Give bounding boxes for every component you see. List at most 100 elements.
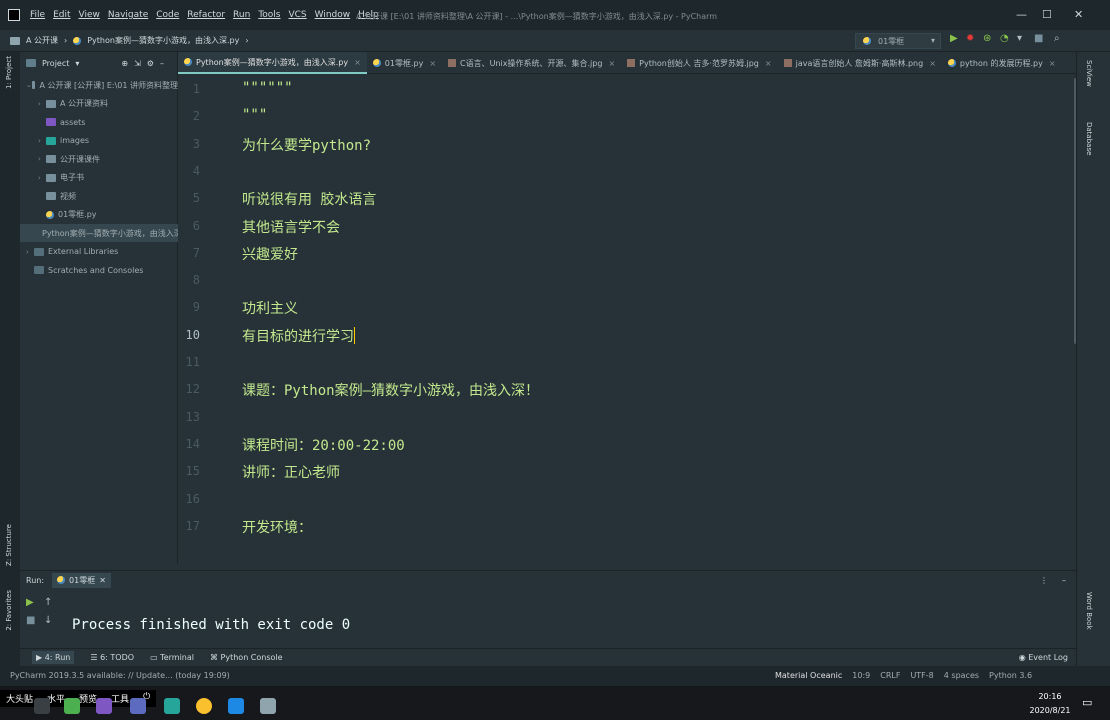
menu-navigate[interactable]: Navigate	[108, 10, 148, 20]
editor-tab[interactable]: Python案例—猜数字小游戏，由浅入深.py ×	[178, 52, 367, 74]
code-line[interactable]: """"""	[242, 80, 293, 96]
interpreter[interactable]: Python 3.6	[989, 671, 1032, 680]
stop-icon[interactable]: ■	[1034, 33, 1043, 44]
todo-tool-tab[interactable]: ☰ 6: TODO	[90, 653, 134, 662]
taskbar-app-icon[interactable]	[228, 698, 244, 714]
expand-toggle-icon[interactable]: ›	[38, 174, 46, 182]
expand-toggle-icon[interactable]: ›	[38, 155, 46, 163]
debug-icon[interactable]: ✹	[966, 33, 974, 44]
run-configuration-select[interactable]: 01零框 ▾	[855, 33, 941, 49]
code-line[interactable]: 讲师：正心老师	[242, 462, 340, 482]
editor-tab[interactable]: C语言、Unix操作系统、开源、集合.jpg ×	[442, 52, 621, 74]
settings-icon[interactable]: ⚙	[147, 59, 154, 68]
code-line[interactable]: 听说很有用 胶水语言	[242, 189, 376, 209]
menu-code[interactable]: Code	[156, 10, 179, 20]
tree-item[interactable]: ⌄ A 公开课 [公开课] E:\01 讲师资料整理	[20, 76, 178, 94]
editor-tab[interactable]: python 的发展历程.py ×	[942, 52, 1062, 74]
taskbar-app-icon[interactable]	[64, 698, 80, 714]
code-line[interactable]: 其他语言学不会	[242, 217, 340, 237]
taskbar-app-icon[interactable]	[34, 698, 50, 714]
code-editor[interactable]: """""" """ 为什么要学python? 听说很有用 胶水语言 其他语言学不会 兴趣…	[230, 76, 1076, 564]
floating-item[interactable]: 预览	[79, 692, 97, 705]
expand-toggle-icon[interactable]: ›	[38, 137, 46, 145]
tree-item[interactable]: assets	[20, 113, 178, 131]
more-options-icon[interactable]: ⋮	[1040, 576, 1048, 585]
profile-icon[interactable]: ◔	[1000, 33, 1009, 44]
code-line[interactable]: 有目标的进行学习	[242, 326, 355, 346]
close-tab-icon[interactable]: ×	[608, 59, 615, 68]
maximize-icon[interactable]: ☐	[1042, 8, 1052, 21]
expand-toggle-icon[interactable]: ›	[38, 100, 46, 108]
event-log-tool-tab[interactable]: ◉ Event Log	[1019, 653, 1068, 662]
taskbar-app-icon[interactable]	[96, 698, 112, 714]
code-line[interactable]: 为什么要学python?	[242, 135, 371, 155]
sciview-tool-button[interactable]: SciView	[1085, 60, 1093, 87]
rerun-icon[interactable]: ▶	[26, 597, 34, 608]
stop-icon[interactable]: ■	[26, 615, 35, 626]
run-tool-tab[interactable]: ▶ 4: Run	[32, 651, 75, 664]
tree-item[interactable]: › 公开课课件	[20, 150, 178, 168]
expand-toggle-icon[interactable]: ⌄	[26, 81, 32, 89]
caret-position[interactable]: 10:9	[852, 671, 870, 680]
floating-item[interactable]: 工具	[111, 692, 129, 705]
project-view-select[interactable]: Project	[42, 59, 69, 68]
code-line[interactable]: 课题：Python案例—猜数字小游戏，由浅入深！	[242, 380, 539, 400]
database-tool-button[interactable]: Database	[1085, 122, 1093, 155]
structure-tool-button[interactable]: Z: Structure	[5, 524, 13, 566]
code-line[interactable]: 兴趣爱好	[242, 244, 298, 264]
tree-item[interactable]: › A 公开课资料	[20, 95, 178, 113]
taskbar-app-icon[interactable]	[164, 698, 180, 714]
menu-edit[interactable]: Edit	[53, 10, 70, 20]
menu-vcs[interactable]: VCS	[288, 10, 306, 20]
collapse-all-icon[interactable]: ⇲	[134, 59, 141, 68]
hide-panel-icon[interactable]: –	[1062, 576, 1066, 585]
menu-tools[interactable]: Tools	[258, 10, 280, 20]
close-icon[interactable]: ✕	[1074, 8, 1083, 21]
editor-tab[interactable]: 01零框.py ×	[367, 52, 442, 74]
tree-item[interactable]: › 电子书	[20, 169, 178, 187]
menu-refactor[interactable]: Refactor	[187, 10, 225, 20]
close-tab-icon[interactable]: ×	[354, 58, 361, 67]
terminal-tool-tab[interactable]: ▭ Terminal	[150, 653, 194, 662]
line-separator[interactable]: CRLF	[880, 671, 900, 680]
build-icon[interactable]: ▾	[1017, 33, 1022, 44]
minimize-icon[interactable]: —	[1016, 8, 1027, 21]
python-console-tool-tab[interactable]: ⌘ Python Console	[210, 653, 283, 662]
tree-item[interactable]: 01零框.py	[20, 206, 178, 224]
taskbar-app-icon[interactable]	[260, 698, 276, 714]
tree-item[interactable]: Scratches and Consoles	[20, 261, 178, 279]
tree-item[interactable]: › images	[20, 132, 178, 150]
project-tool-button[interactable]: 1: Project	[5, 56, 13, 89]
close-tab-icon[interactable]: ✕	[99, 576, 106, 585]
code-line[interactable]: 课程时间：20:00-22:00	[242, 435, 405, 455]
editor-tab[interactable]: Python创始人 吉多·范罗苏姆.jpg ×	[621, 52, 777, 74]
tree-item[interactable]: › External Libraries	[20, 243, 178, 261]
scroll-down-icon[interactable]: ↓	[44, 615, 52, 626]
coverage-icon[interactable]: ⊛	[983, 33, 991, 44]
menu-run[interactable]: Run	[233, 10, 250, 20]
file-encoding[interactable]: UTF-8	[910, 671, 933, 680]
breadcrumb-project[interactable]: A 公开课	[26, 35, 58, 46]
word-book-tool-button[interactable]: Word Book	[1085, 592, 1093, 630]
editor-tab[interactable]: java语言创始人 詹姆斯·高斯林.png ×	[778, 52, 942, 74]
floating-item[interactable]: 大头贴	[6, 692, 33, 705]
notification-icon[interactable]: ▭	[1082, 696, 1092, 709]
menu-file[interactable]: File	[30, 10, 45, 20]
code-line[interactable]: 开发环境：	[242, 517, 312, 537]
locate-icon[interactable]: ⊕	[121, 59, 128, 68]
close-tab-icon[interactable]: ×	[765, 59, 772, 68]
expand-toggle-icon[interactable]: ›	[26, 248, 34, 256]
hide-icon[interactable]: –	[160, 59, 164, 68]
close-tab-icon[interactable]: ×	[429, 59, 436, 68]
chevron-down-icon[interactable]: ▾	[75, 59, 79, 68]
tree-item[interactable]: 视频	[20, 187, 178, 205]
search-everywhere-icon[interactable]: ⌕	[1054, 33, 1060, 44]
system-clock[interactable]: 20:16 2020/8/21	[1024, 690, 1076, 718]
status-message[interactable]: PyCharm 2019.3.5 available: // Update...…	[10, 671, 230, 680]
taskbar-app-icon[interactable]	[130, 698, 146, 714]
menu-window[interactable]: Window	[315, 10, 351, 20]
close-tab-icon[interactable]: ×	[1049, 59, 1056, 68]
menu-view[interactable]: View	[79, 10, 100, 20]
run-tab[interactable]: 01零框 ✕	[52, 572, 111, 588]
breadcrumb-file[interactable]: Python案例—猜数字小游戏，由浅入深.py	[87, 35, 239, 46]
